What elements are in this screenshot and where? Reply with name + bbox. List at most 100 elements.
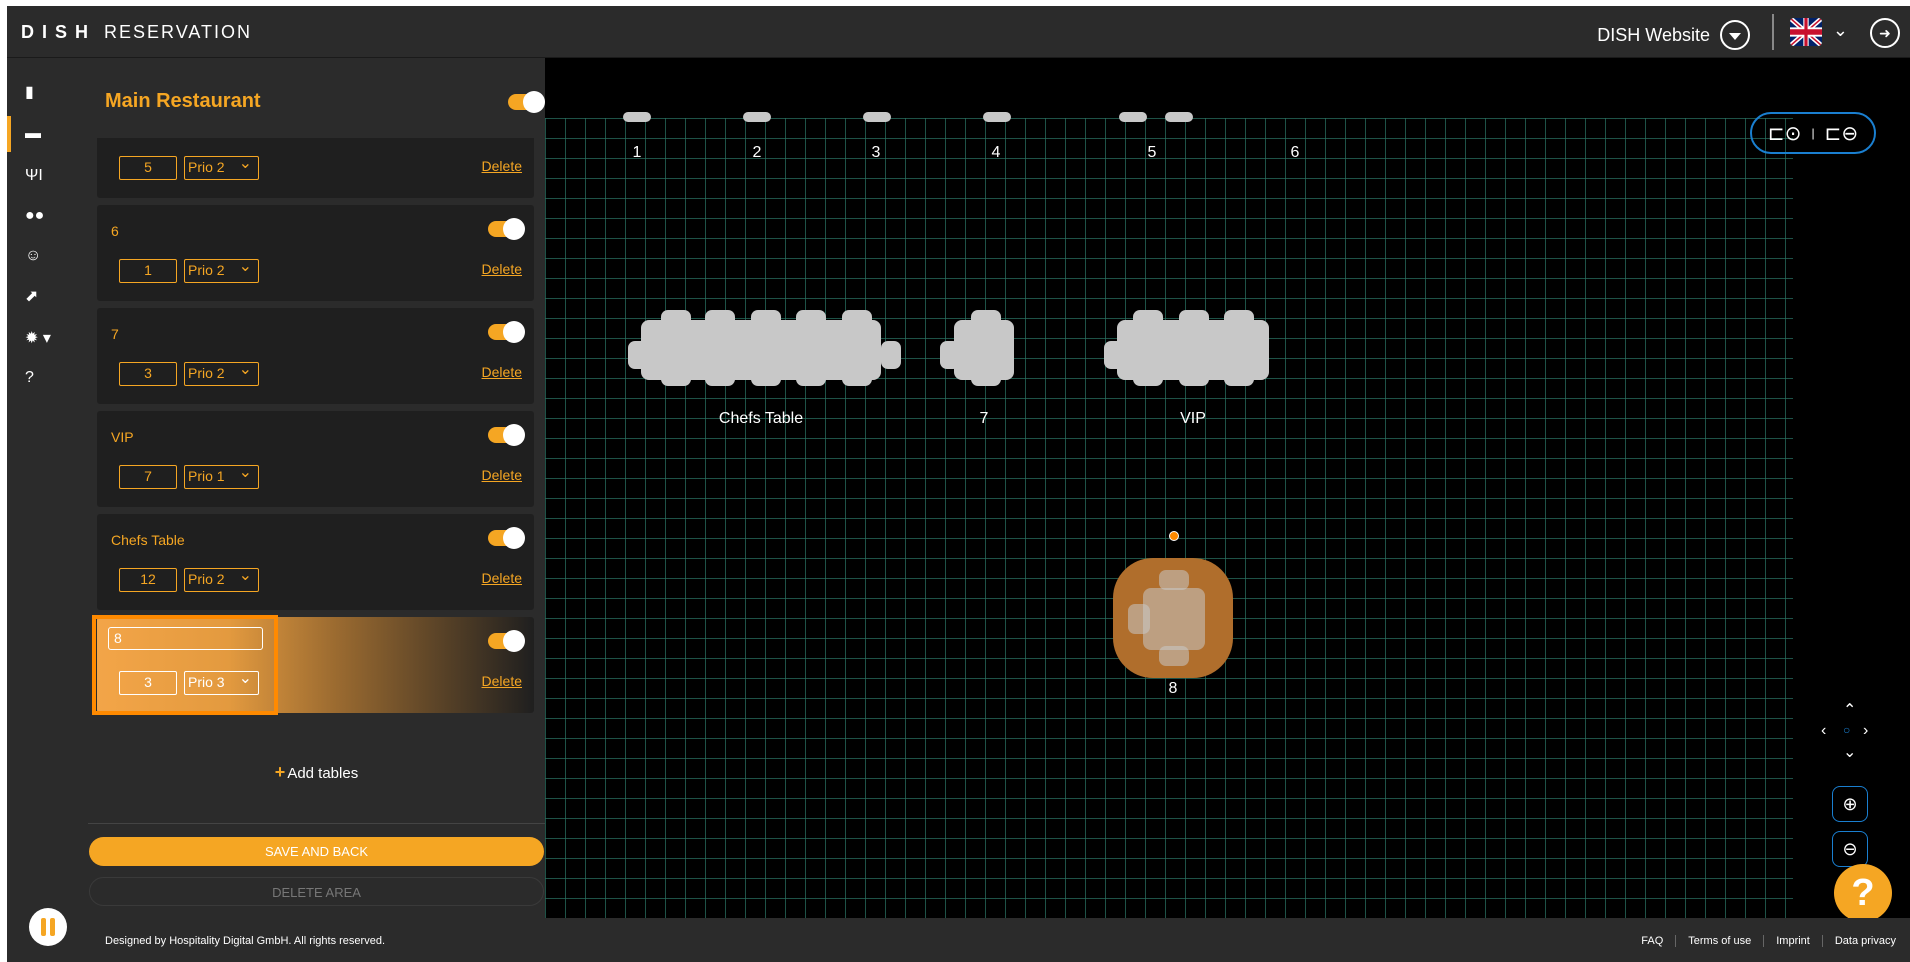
table-card-vip: VIP 7 Prio 1 Delete (97, 411, 534, 507)
table-priority-select[interactable]: Prio 1 (184, 462, 259, 489)
help-button[interactable]: ? (1834, 864, 1892, 918)
footer-link-imprint[interactable]: Imprint (1763, 935, 1822, 947)
table-label-vip: VIP (1180, 410, 1206, 427)
table-card-5: 5 5 Prio 2 Delete (97, 138, 534, 198)
dish-website-label: DISH Website (1597, 24, 1710, 45)
panel-divider (88, 823, 545, 824)
table-seats-input[interactable]: 7 (119, 465, 177, 489)
column-label: 4 (991, 144, 1001, 161)
chevron-down-icon (1720, 20, 1750, 50)
control-divider: | (1811, 126, 1815, 140)
top-bar: DISH RESERVATION DISH Website ⌄ ➜ (7, 6, 1910, 58)
table-enabled-toggle[interactable] (488, 424, 525, 446)
chair (863, 112, 891, 122)
footer-link-privacy[interactable]: Data privacy (1821, 935, 1908, 947)
feedback-smiley-icon[interactable]: ☺ (7, 238, 88, 274)
table-seats-input[interactable]: 1 (119, 259, 177, 283)
menu-cutlery-icon[interactable]: ΨΙ (7, 158, 88, 194)
pan-up-icon[interactable]: ⌃ (1843, 700, 1856, 720)
add-layout-icon[interactable]: ⊏⊙ (1768, 121, 1802, 146)
table-name: 7 (111, 326, 119, 342)
delete-table-link[interactable]: Delete (482, 261, 522, 277)
save-and-back-button[interactable]: SAVE AND BACK (89, 837, 544, 866)
table-priority-select[interactable]: Prio 2 (184, 153, 259, 180)
pan-controls: ⌃ ‹ ○ › ⌄ (1821, 702, 1875, 761)
chair (743, 112, 771, 122)
plus-icon: + (274, 762, 286, 782)
rotate-handle[interactable] (1169, 531, 1179, 541)
table-seats-input[interactable]: 3 (119, 362, 177, 386)
column-label: 5 (1147, 144, 1157, 161)
table-priority-select[interactable]: Prio 2 (184, 359, 259, 386)
help-circle-icon[interactable]: ? (7, 360, 88, 396)
table-enabled-toggle[interactable] (488, 630, 525, 652)
table-card-7: 7 3 Prio 2 Delete (97, 308, 534, 404)
pan-center-icon[interactable]: ○ (1843, 723, 1850, 737)
table-enabled-toggle[interactable] (488, 527, 525, 549)
area-enabled-toggle[interactable] (508, 91, 545, 113)
brand-logo: DISH RESERVATION (21, 22, 253, 42)
table-list-panel: Main Restaurant 5 5 Prio 2 Delete 6 1 Pr… (88, 58, 545, 962)
layout-controls: ⊏⊙ | ⊏⊖ (1750, 112, 1876, 154)
pan-left-icon[interactable]: ‹ (1821, 722, 1826, 740)
table-priority-select[interactable]: Prio 2 (184, 256, 259, 283)
area-title: Main Restaurant (105, 90, 261, 112)
pause-icon[interactable] (29, 908, 67, 946)
floor-plan-canvas[interactable]: 1 2 3 4 5 6 Chefs Table 7 VIP 8 ⊏⊙ | ⊏⊖ … (545, 58, 1910, 918)
column-label: 2 (752, 144, 762, 161)
delete-table-link[interactable]: Delete (482, 673, 522, 689)
table-seats-input[interactable]: 12 (119, 568, 177, 592)
table-label-8: 8 (1168, 680, 1178, 697)
table-name: 6 (111, 223, 119, 239)
dish-website-dropdown[interactable]: DISH Website (1597, 20, 1750, 50)
footer: Designed by Hospitality Digital GmbH. Al… (88, 918, 1910, 962)
table-card-chefs-table: Chefs Table 12 Prio 2 Delete (97, 514, 534, 610)
delete-table-link[interactable]: Delete (482, 467, 522, 483)
column-label: 1 (632, 144, 642, 161)
footer-links: FAQ Terms of use Imprint Data privacy (1629, 935, 1908, 947)
guests-icon[interactable]: ●● (7, 198, 88, 234)
table-enabled-toggle[interactable] (488, 218, 525, 240)
table-icon[interactable]: ▬ (7, 116, 88, 152)
chair (623, 112, 651, 122)
remove-layout-icon[interactable]: ⊏⊖ (1825, 121, 1859, 146)
header-divider (1772, 14, 1774, 50)
logout-icon[interactable]: ➜ (1870, 18, 1900, 48)
column-label: 3 (871, 144, 881, 161)
table-priority-select[interactable]: Prio 2 (184, 565, 259, 592)
app-window: DISH RESERVATION DISH Website ⌄ ➜ ▮ ▬ ΨΙ… (7, 6, 1910, 962)
delete-table-link[interactable]: Delete (482, 158, 522, 174)
table-card-8: 8 3 Prio 3 Delete (97, 617, 534, 713)
chair (983, 112, 1011, 122)
floor-grid (545, 118, 1793, 918)
column-label: 6 (1290, 144, 1300, 161)
add-tables-button[interactable]: + Add tables (88, 762, 545, 783)
settings-gear-icon[interactable]: ✹ ▾ (7, 320, 88, 356)
table-name: VIP (111, 429, 134, 445)
uk-flag-icon[interactable] (1790, 18, 1822, 46)
delete-area-button[interactable]: DELETE AREA (89, 877, 544, 906)
language-chevron-icon[interactable]: ⌄ (1833, 20, 1848, 41)
zoom-out-icon[interactable]: ⊖ (1832, 831, 1868, 867)
table-priority-select[interactable]: Prio 3 (184, 668, 259, 695)
chair (1165, 112, 1193, 122)
reservations-book-icon[interactable]: ▮ (7, 74, 88, 110)
table-name: Chefs Table (111, 532, 185, 548)
add-tables-label: Add tables (287, 765, 359, 782)
table-label-7: 7 (979, 410, 989, 427)
delete-table-link[interactable]: Delete (482, 570, 522, 586)
footer-link-terms[interactable]: Terms of use (1675, 935, 1763, 947)
table-seats-input[interactable]: 3 (119, 671, 177, 695)
table-seats-input[interactable]: 5 (119, 156, 177, 180)
pan-down-icon[interactable]: ⌄ (1843, 742, 1856, 762)
pan-right-icon[interactable]: › (1863, 722, 1868, 740)
zoom-in-icon[interactable]: ⊕ (1832, 786, 1868, 822)
reports-chart-icon[interactable]: ⬈ (7, 278, 88, 314)
chair (1119, 112, 1147, 122)
table-name-input[interactable]: 8 (108, 627, 263, 650)
table-enabled-toggle[interactable] (488, 321, 525, 343)
footer-link-faq[interactable]: FAQ (1629, 935, 1675, 947)
table-card-6: 6 1 Prio 2 Delete (97, 205, 534, 301)
table-cards-list: 5 5 Prio 2 Delete 6 1 Prio 2 Delete 7 3 … (88, 138, 545, 738)
delete-table-link[interactable]: Delete (482, 364, 522, 380)
